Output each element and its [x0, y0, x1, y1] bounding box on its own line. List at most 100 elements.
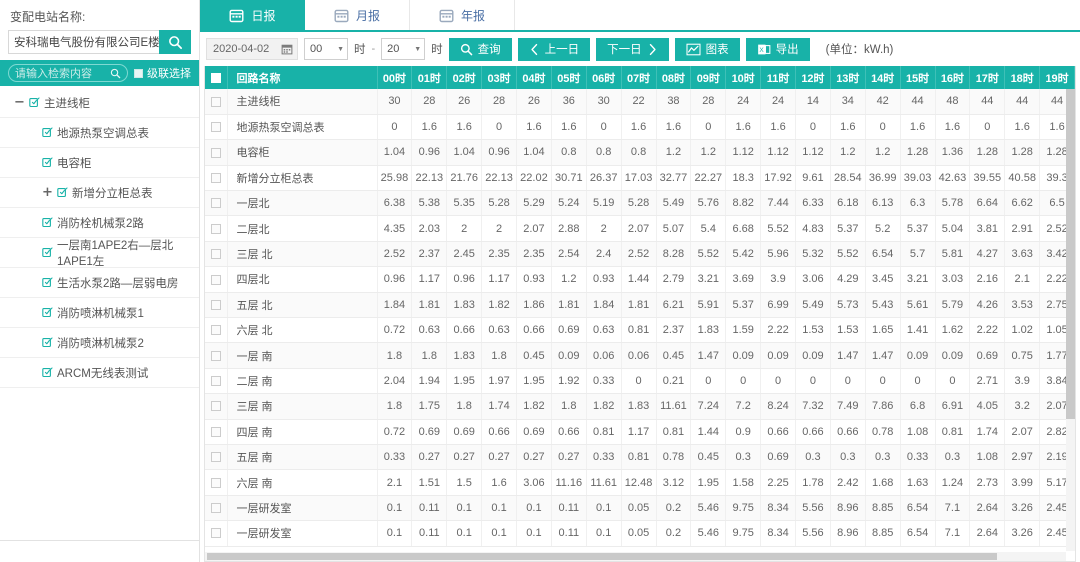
row-checkbox[interactable] [211, 249, 221, 259]
table-row[interactable]: 五层 南0.330.270.270.270.270.270.330.810.78… [205, 444, 1075, 469]
cell-r0-c11: 24 [761, 89, 796, 114]
row-select-cell[interactable] [205, 267, 227, 292]
row-checkbox[interactable] [211, 325, 221, 335]
tree-node-5[interactable]: 一层南1APE2右—层北1APE1左 [0, 238, 199, 268]
cell-r11-c8: 0.21 [656, 368, 691, 393]
meter-icon [42, 247, 53, 258]
station-input[interactable]: 安科瑞电气股份有限公司E楼 [8, 30, 159, 54]
row-select-cell[interactable] [205, 368, 227, 393]
table-row[interactable]: 三层 北2.522.372.452.352.352.542.42.528.285… [205, 241, 1075, 266]
row-checkbox[interactable] [211, 503, 221, 513]
row-select-cell[interactable] [205, 165, 227, 190]
prev-day-button[interactable]: 上一日 [518, 38, 591, 61]
row-select-cell[interactable] [205, 394, 227, 419]
tab-2[interactable]: 年报 [410, 0, 515, 30]
tree-node-7[interactable]: 消防喷淋机械泵1 [0, 298, 199, 328]
table-row[interactable]: 四层北0.961.170.961.170.931.20.931.442.793.… [205, 267, 1075, 292]
table-row[interactable]: 地源热泵空调总表01.61.601.61.601.61.601.61.601.6… [205, 114, 1075, 139]
export-button[interactable]: X 导出 [746, 38, 810, 61]
hour-from-select[interactable]: 00 ▼ [304, 38, 348, 60]
vertical-scrollbar[interactable] [1066, 89, 1075, 551]
row-checkbox[interactable] [211, 452, 221, 462]
row-select-cell[interactable] [205, 318, 227, 343]
row-select-cell[interactable] [205, 216, 227, 241]
tree-node-label: ARCM无线表测试 [57, 365, 148, 381]
horizontal-scrollbar[interactable] [205, 552, 1066, 561]
select-all-checkbox[interactable] [211, 73, 221, 83]
cell-r13-c12: 0.66 [796, 419, 831, 444]
row-checkbox[interactable] [211, 122, 221, 132]
table-row[interactable]: 一层北6.385.385.355.285.295.245.195.285.495… [205, 191, 1075, 216]
hour-to-select[interactable]: 20 ▼ [381, 38, 425, 60]
vertical-scrollbar-thumb[interactable] [1066, 89, 1075, 419]
collapse-icon[interactable]: − [14, 97, 25, 108]
cell-r11-c7: 0 [621, 368, 656, 393]
row-checkbox[interactable] [211, 401, 221, 411]
row-name-cell: 四层 南 [227, 419, 377, 444]
row-checkbox[interactable] [211, 376, 221, 386]
row-checkbox[interactable] [211, 173, 221, 183]
row-checkbox[interactable] [211, 97, 221, 107]
cell-r7-c7: 1.44 [621, 267, 656, 292]
table-row[interactable]: 六层 北0.720.630.660.630.660.690.630.812.37… [205, 318, 1075, 343]
row-checkbox[interactable] [211, 198, 221, 208]
tree-node-3[interactable]: +新增分立柜总表 [0, 178, 199, 208]
tab-0[interactable]: 日报 [200, 0, 305, 30]
row-select-cell[interactable] [205, 292, 227, 317]
table-row[interactable]: 新增分立柜总表25.9822.1321.7622.1322.0230.7126.… [205, 165, 1075, 190]
tree-node-label: 消防喷淋机械泵1 [57, 305, 144, 321]
tree-node-1[interactable]: 地源热泵空调总表 [0, 118, 199, 148]
table-row[interactable]: 二层 南2.041.941.951.971.951.920.3300.21000… [205, 368, 1075, 393]
table-row[interactable]: 四层 南0.720.690.690.660.690.660.811.170.81… [205, 419, 1075, 444]
cascade-checkbox[interactable] [134, 69, 143, 78]
row-checkbox[interactable] [211, 351, 221, 361]
row-select-cell[interactable] [205, 140, 227, 165]
expand-icon[interactable]: + [42, 187, 53, 198]
row-select-cell[interactable] [205, 470, 227, 495]
row-select-cell[interactable] [205, 191, 227, 216]
row-select-cell[interactable] [205, 419, 227, 444]
table-row[interactable]: 电容柜1.040.961.040.961.040.80.80.81.21.21.… [205, 140, 1075, 165]
row-checkbox[interactable] [211, 148, 221, 158]
table-row[interactable]: 一层研发室0.10.110.10.10.10.110.10.050.25.469… [205, 521, 1075, 546]
table-row[interactable]: 六层 南2.11.511.51.63.0611.1611.6112.483.12… [205, 470, 1075, 495]
tree-search-input[interactable]: 请输入检索内容 [8, 64, 128, 82]
table-row[interactable]: 主进线柜302826282636302238282424143442444844… [205, 89, 1075, 114]
date-picker[interactable]: 2020-04-02 [206, 38, 298, 60]
tree-node-0[interactable]: −主进线柜 [0, 88, 199, 118]
row-select-cell[interactable] [205, 89, 227, 114]
table-row[interactable]: 一层 南1.81.81.831.80.450.090.060.060.451.4… [205, 343, 1075, 368]
table-row[interactable]: 一层研发室0.10.110.10.10.10.110.10.050.25.469… [205, 495, 1075, 520]
row-select-cell[interactable] [205, 114, 227, 139]
row-select-cell[interactable] [205, 343, 227, 368]
chart-button[interactable]: 图表 [675, 38, 740, 61]
select-all-header[interactable] [205, 66, 227, 89]
row-select-cell[interactable] [205, 495, 227, 520]
tree-node-4[interactable]: 消防栓机械泵2路 [0, 208, 199, 238]
cascade-select-toggle[interactable]: 级联选择 [134, 65, 191, 81]
cell-r17-c14: 8.85 [865, 521, 900, 546]
tree-node-8[interactable]: 消防喷淋机械泵2 [0, 328, 199, 358]
cell-r6-c13: 5.52 [830, 241, 865, 266]
column-header-hour-10: 10时 [726, 66, 761, 89]
table-row[interactable]: 二层北4.352.03222.072.8822.075.075.46.685.5… [205, 216, 1075, 241]
row-checkbox[interactable] [211, 427, 221, 437]
tab-1[interactable]: 月报 [305, 0, 410, 30]
next-day-button[interactable]: 下一日 [596, 38, 669, 61]
tree-node-2[interactable]: 电容柜 [0, 148, 199, 178]
row-checkbox[interactable] [211, 300, 221, 310]
row-select-cell[interactable] [205, 241, 227, 266]
station-search-button[interactable] [159, 30, 191, 54]
row-select-cell[interactable] [205, 444, 227, 469]
query-button[interactable]: 查询 [449, 38, 512, 61]
tree-node-9[interactable]: ARCM无线表测试 [0, 358, 199, 388]
row-checkbox[interactable] [211, 528, 221, 538]
row-checkbox[interactable] [211, 224, 221, 234]
horizontal-scrollbar-thumb[interactable] [207, 553, 997, 560]
table-row[interactable]: 三层 南1.81.751.81.741.821.81.821.8311.617.… [205, 394, 1075, 419]
row-checkbox[interactable] [211, 478, 221, 488]
tree-node-6[interactable]: 生活水泵2路—层弱电房 [0, 268, 199, 298]
row-select-cell[interactable] [205, 521, 227, 546]
row-checkbox[interactable] [211, 275, 221, 285]
table-row[interactable]: 五层 北1.841.811.831.821.861.811.841.816.21… [205, 292, 1075, 317]
